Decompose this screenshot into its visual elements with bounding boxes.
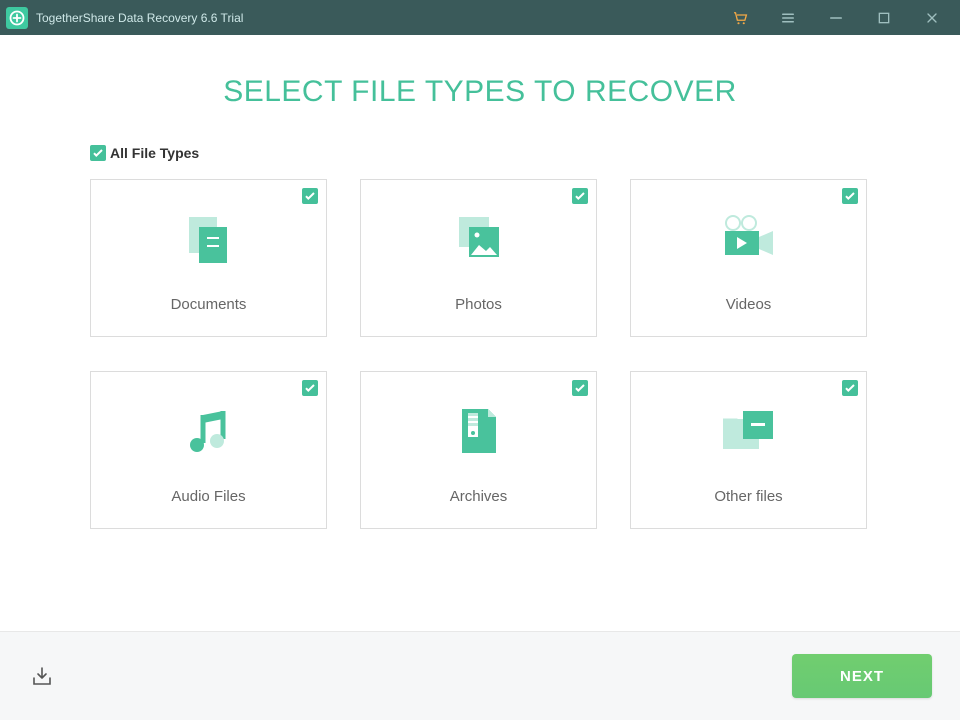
minimize-button[interactable]: [812, 0, 860, 35]
file-type-grid: Documents Photos: [90, 179, 870, 529]
all-file-types-row[interactable]: All File Types: [90, 145, 870, 161]
archives-icon: [439, 396, 519, 466]
card-documents[interactable]: Documents: [90, 179, 327, 337]
all-file-types-checkbox[interactable]: [90, 145, 106, 161]
titlebar: TogetherShare Data Recovery 6.6 Trial: [0, 0, 960, 35]
card-videos[interactable]: Videos: [630, 179, 867, 337]
videos-icon: [709, 204, 789, 274]
main-content: SELECT FILE TYPES TO RECOVER All File Ty…: [0, 35, 960, 631]
card-archives[interactable]: Archives: [360, 371, 597, 529]
checkbox[interactable]: [572, 188, 588, 204]
photos-icon: [439, 204, 519, 274]
checkbox[interactable]: [302, 188, 318, 204]
menu-button[interactable]: [764, 0, 812, 35]
app-title: TogetherShare Data Recovery 6.6 Trial: [36, 11, 243, 25]
import-button[interactable]: [28, 662, 56, 690]
footer-bar: NEXT: [0, 631, 960, 720]
card-label: Videos: [726, 296, 772, 313]
checkbox[interactable]: [572, 380, 588, 396]
app-logo-icon: [6, 7, 28, 29]
card-label: Documents: [171, 296, 247, 313]
card-label: Archives: [450, 488, 508, 505]
documents-icon: [169, 204, 249, 274]
next-button[interactable]: NEXT: [792, 654, 932, 698]
audio-icon: [169, 396, 249, 466]
all-file-types-label: All File Types: [110, 145, 199, 161]
checkbox[interactable]: [302, 380, 318, 396]
checkbox[interactable]: [842, 380, 858, 396]
close-button[interactable]: [908, 0, 956, 35]
page-title: SELECT FILE TYPES TO RECOVER: [90, 75, 870, 109]
maximize-button[interactable]: [860, 0, 908, 35]
card-label: Photos: [455, 296, 502, 313]
card-label: Other files: [714, 488, 782, 505]
card-audio[interactable]: Audio Files: [90, 371, 327, 529]
card-other[interactable]: Other files: [630, 371, 867, 529]
checkbox[interactable]: [842, 188, 858, 204]
cart-button[interactable]: [716, 0, 764, 35]
card-photos[interactable]: Photos: [360, 179, 597, 337]
other-files-icon: [709, 396, 789, 466]
card-label: Audio Files: [171, 488, 245, 505]
